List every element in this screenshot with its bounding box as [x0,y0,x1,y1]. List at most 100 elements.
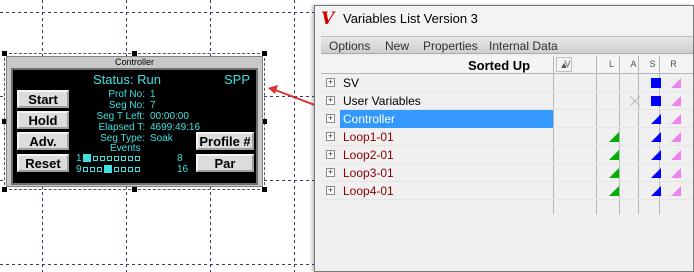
blue-triangle-icon [651,168,661,178]
list-item-loop3[interactable]: + Loop3-01 [321,164,693,182]
title-bar[interactable]: V Variables List Version 3 [315,6,693,32]
list-item-controller[interactable]: + Controller [321,110,693,128]
expand-icon[interactable]: + [326,114,335,123]
controller-widget[interactable]: Controller Status: Run SPP Prof No: Seg … [6,56,263,187]
app-v-icon: V [321,9,335,29]
green-triangle-icon [609,186,619,196]
blue-square-icon [651,96,661,106]
green-triangle-icon [609,150,619,160]
status-value: Run [137,72,161,87]
blue-triangle-icon [651,186,661,196]
pink-triangle-icon [671,150,681,160]
event-indicator-off [93,155,98,161]
controller-title: Controller [114,57,154,67]
blue-triangle-icon [651,132,661,142]
list-item-label: Controller [343,112,396,126]
pink-triangle-icon [671,96,681,106]
seg-no-label: Seg No: [108,100,145,111]
pink-triangle-icon [671,168,681,178]
list-item-user-variables[interactable]: + User Variables [321,92,693,110]
info-labels: Prof No: Seg No: Seg T Left: Elapsed T: … [71,89,145,144]
event-indicator-off [114,166,119,172]
blue-triangle-icon [651,150,661,160]
mode-indicator: SPP [223,72,250,87]
status-label: Status: [93,72,134,87]
info-values: 1 7 00:00:00 4699:49:16 Soak [150,89,200,144]
menu-options[interactable]: Options [329,39,370,53]
column-header-v[interactable]: V [558,59,577,69]
expand-icon[interactable]: + [326,78,335,87]
event-indicator-off [90,166,95,172]
menu-properties[interactable]: Properties [423,39,478,53]
resize-handle-bottom-right[interactable] [262,187,267,192]
event-indicator-off [135,166,140,172]
event-indicator-off [128,166,133,172]
event-indicator-off [135,155,140,161]
seg-t-left-label: Seg T Left: [96,111,145,122]
events-row1-end: 8 [177,153,183,164]
x-mark-icon [630,96,640,106]
list-item-loop1[interactable]: + Loop1-01 [321,128,693,146]
events-label: Events [110,143,141,154]
list-item-label: Loop4-01 [343,184,394,198]
list-item-loop2[interactable]: + Loop2-01 [321,146,693,164]
list-item-loop4[interactable]: + Loop4-01 [321,182,693,200]
event-indicator-off [121,155,126,161]
pink-triangle-icon [671,186,681,196]
menu-new[interactable]: New [385,39,409,53]
resize-handle-bottom-left[interactable] [2,187,7,192]
event-indicator-off [100,155,105,161]
seg-type-value: Soak [150,133,173,144]
sort-label[interactable]: Sorted Up [468,58,530,73]
list-item-label: Loop2-01 [343,148,394,162]
events-row2-end: 16 [177,164,189,175]
menu-internal-data[interactable]: Internal Data [489,39,558,53]
expand-icon[interactable]: + [326,132,335,141]
event-indicator-on [104,165,112,173]
profile-number-button[interactable]: Profile # [196,132,254,150]
par-button[interactable]: Par [196,154,254,172]
seg-t-left-value: 00:00:00 [150,111,189,122]
prof-no-label: Prof No: [108,89,145,100]
expand-icon[interactable]: + [326,150,335,159]
list-item-sv[interactable]: + SV [321,74,693,92]
events-row2-start: 9 [76,164,82,175]
column-header-r[interactable]: R [664,59,683,69]
blue-square-icon [651,78,661,88]
elapsed-t-value: 4699:49:16 [150,122,201,133]
event-indicator-off [107,155,112,161]
green-triangle-icon [609,168,619,178]
menu-bar: Options New Properties Internal Data [321,36,693,54]
event-indicator-on [83,154,91,162]
advance-button[interactable]: Adv. [17,132,69,150]
window-title: Variables List Version 3 [343,11,478,26]
event-indicator-off [114,155,119,161]
events-row-2 [83,165,140,173]
events-row1-start: 1 [76,153,82,164]
events-row-1 [83,154,140,162]
column-header-a[interactable]: A [624,59,643,69]
variables-list-window[interactable]: V Variables List Version 3 Options New P… [314,5,694,272]
resize-handle-bottom[interactable] [132,187,137,192]
event-indicator-off [83,166,88,172]
event-indicator-off [97,166,102,172]
seg-no-value: 7 [150,100,156,111]
list-item-label: Loop1-01 [343,130,394,144]
expand-icon[interactable]: + [326,96,335,105]
status-display: Status: Run [93,72,161,87]
event-indicator-off [128,155,133,161]
event-indicator-off [121,166,126,172]
controller-panel: Status: Run SPP Prof No: Seg No: Seg T L… [11,68,258,185]
elapsed-t-label: Elapsed T: [98,122,145,133]
hold-button[interactable]: Hold [17,111,69,129]
pink-triangle-icon [671,132,681,142]
prof-no-value: 1 [150,89,156,100]
expand-icon[interactable]: + [326,186,335,195]
reset-button[interactable]: Reset [17,154,69,172]
start-button[interactable]: Start [17,90,69,108]
pink-triangle-icon [671,114,681,124]
list-item-label: SV [343,76,360,90]
expand-icon[interactable]: + [326,168,335,177]
blue-triangle-icon [651,114,661,124]
pink-triangle-icon [671,78,681,88]
